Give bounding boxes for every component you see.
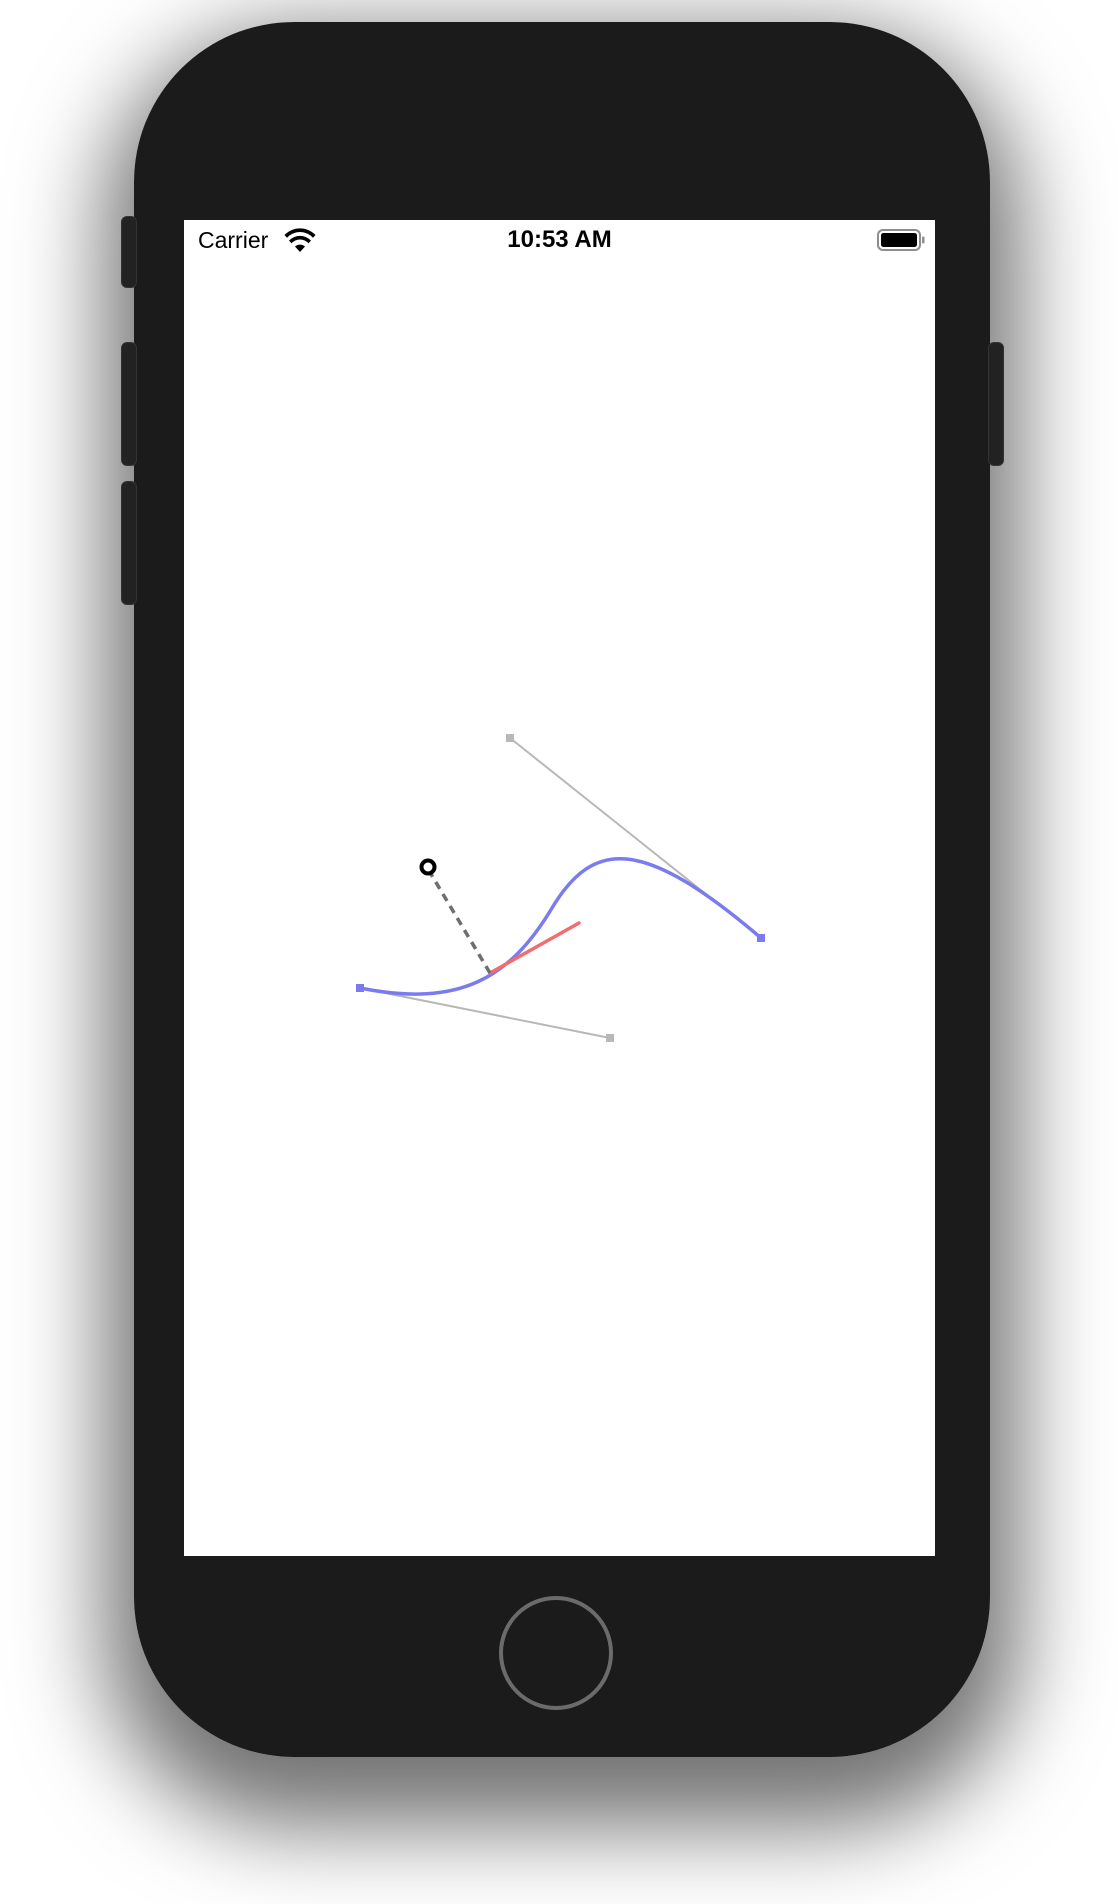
curve-start-point[interactable] xyxy=(356,984,364,992)
status-time: 10:53 AM xyxy=(507,226,612,253)
volume-down-button xyxy=(121,481,137,605)
control-point-2[interactable] xyxy=(506,734,514,742)
battery-icon xyxy=(877,229,925,251)
home-button-icon[interactable] xyxy=(499,1596,613,1710)
device-screen: Carrier 10:53 AM xyxy=(184,220,935,1556)
normal-line xyxy=(426,868,492,974)
bezier-canvas[interactable] xyxy=(184,220,935,1556)
power-button xyxy=(988,342,1004,466)
curve-end-point[interactable] xyxy=(757,934,765,942)
tangent-line xyxy=(488,921,581,975)
probe-point[interactable] xyxy=(419,858,437,876)
status-bar: Carrier 10:53 AM xyxy=(184,220,935,264)
control-handle-line-start xyxy=(359,987,611,1039)
simulator-stage: Carrier 10:53 AM xyxy=(0,0,1118,1904)
volume-up-button xyxy=(121,342,137,466)
mute-switch xyxy=(121,216,137,288)
control-point-1[interactable] xyxy=(606,1034,614,1042)
bezier-curve xyxy=(359,857,763,996)
